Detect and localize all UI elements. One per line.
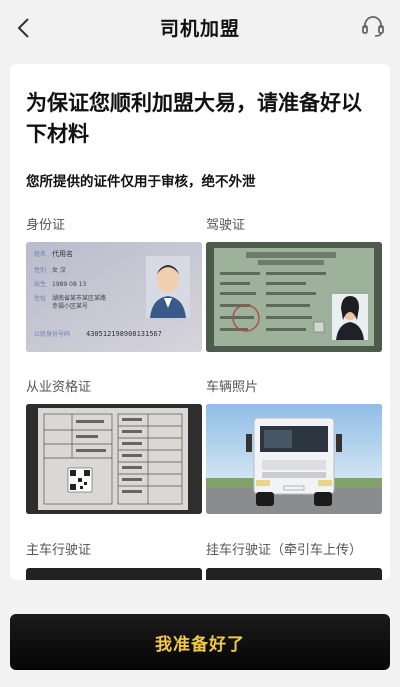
id-card-number: 430512198908131567 [86,330,162,338]
qualification-cert-sample-image [26,404,202,514]
materials-card: 为保证您顺利加盟大易，请准备好以下材料 您所提供的证件仅用于审核，绝不外泄 身份… [10,64,390,580]
page-title: 司机加盟 [159,18,240,40]
trailer-license-sample-image [206,568,382,580]
svg-text:1989 08 13: 1989 08 13 [52,281,87,288]
doc-label-main-vehicle-license: 主车行驶证 [26,543,92,558]
id-card-name: 代用名 [52,249,73,258]
doc-label-vehicle-photo: 车辆照片 [206,380,259,395]
doc-label-id-card: 身份证 [26,218,66,233]
main-vehicle-license-sample-image [26,568,202,580]
svg-text:湖南省某市某区某路: 湖南省某市某区某路 [52,294,106,302]
svg-text:住址: 住址 [34,294,46,302]
svg-text:姓名: 姓名 [34,250,46,258]
ready-button[interactable]: 我准备好了 [10,614,390,670]
driver-license-sample-image [206,242,382,352]
doc-label-trailer-license: 挂车行驶证（牵引车上传） [206,543,363,558]
id-card-sample-image: 姓名 性别 出生 住址 公民身份号码 代用名 女 汉 1989 08 13 湖南… [26,242,202,352]
svg-text:性别: 性别 [34,266,46,274]
doc-label-driver-license: 驾驶证 [206,218,246,233]
svg-text:幸福小区某号: 幸福小区某号 [52,302,88,310]
vehicle-photo-sample-image [206,404,382,514]
svg-text:出生: 出生 [34,280,46,288]
privacy-note: 您所提供的证件仅用于审核，绝不外泄 [26,174,256,190]
doc-label-qualification-cert: 从业资格证 [26,380,92,395]
nav-bar: 司机加盟 [0,0,400,56]
headset-icon [362,16,384,37]
materials-headline: 为保证您顺利加盟大易，请准备好以下材料 [26,91,362,146]
svg-text:女 汉: 女 汉 [52,266,66,274]
svg-text:公民身份号码: 公民身份号码 [34,330,70,338]
customer-service-button[interactable] [358,12,388,42]
